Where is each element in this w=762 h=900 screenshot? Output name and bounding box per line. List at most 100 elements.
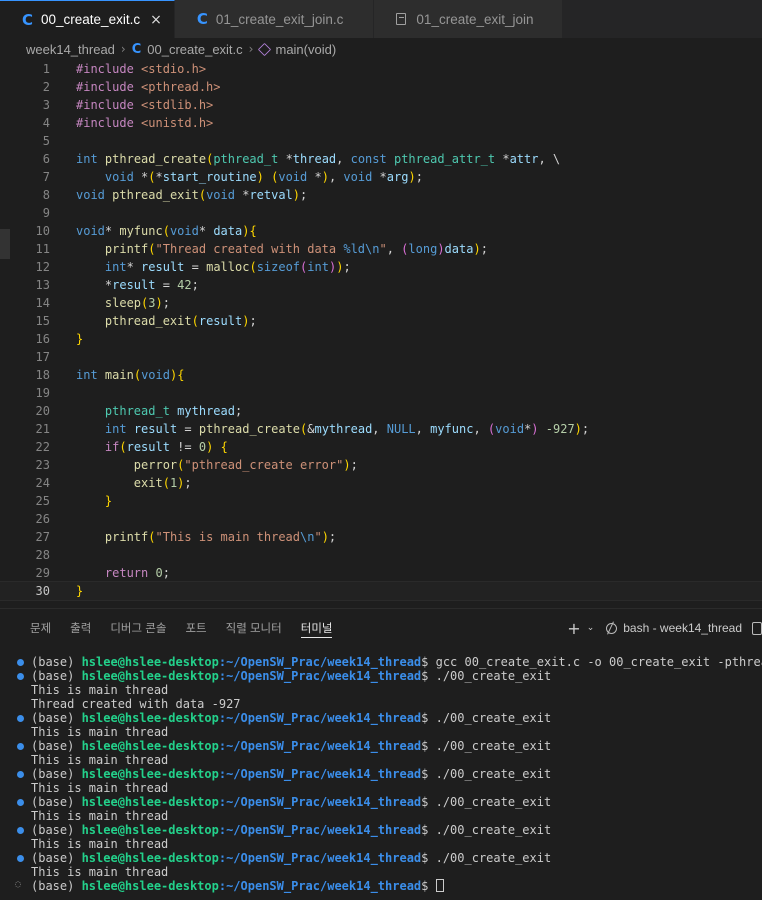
code-text: if(result != 0) { (104, 440, 228, 454)
terminal-output-line: This is main thread (0, 683, 762, 697)
code-line[interactable]: 25 } (0, 492, 762, 510)
terminal-text: (base) hslee@hslee-desktop:~/OpenSW_Prac… (31, 851, 551, 865)
code-line[interactable]: 16} (0, 330, 762, 348)
code-line[interactable]: 8 void pthread_exit(void *retval); (0, 186, 762, 204)
code-line[interactable]: 28 (0, 546, 762, 564)
code-line[interactable]: 14 sleep(3); (0, 294, 762, 312)
panel-tab-debug-console[interactable]: 디버그 콘솔 (110, 618, 166, 638)
command-status-icon[interactable] (17, 771, 24, 778)
prompt-user: hslee@hslee-desktop (81, 739, 219, 753)
prompt-user: hslee@hslee-desktop (81, 711, 219, 725)
code-line[interactable]: 13 *result = 42; (0, 276, 762, 294)
code-line[interactable]: 22 if(result != 0) { (0, 438, 762, 456)
code-text: int* result = malloc(sizeof(int)); (104, 260, 351, 274)
code-line[interactable]: 19 (0, 384, 762, 402)
code-line[interactable]: 30} (0, 581, 762, 601)
line-number: 1 (42, 62, 50, 76)
terminal-text: Thread created with data -927 (31, 697, 241, 711)
tab-label: 01_create_exit_join.c (215, 11, 344, 27)
code-line[interactable]: 12 int* result = malloc(sizeof(int)); (0, 258, 762, 276)
breadcrumb-folder[interactable]: week14_thread (26, 42, 115, 57)
tab-01-create-exit-join[interactable]: 01_create_exit_join (374, 0, 563, 38)
code-line[interactable]: 24 exit(1); (0, 474, 762, 492)
terminal-text: (base) hslee@hslee-desktop:~/OpenSW_Prac… (31, 739, 551, 753)
code-line[interactable]: 23 perror("pthread_create error"); (0, 456, 762, 474)
panel-tab-problems[interactable]: 문제 (30, 618, 51, 638)
code-text: return 0; (104, 566, 170, 580)
prompt-command: $ gcc 00_create_exit.c -o 00_create_exit… (421, 655, 762, 669)
code-line[interactable]: 2 #include <pthread.h> (0, 78, 762, 96)
tab-label: 01_create_exit_join (416, 11, 534, 27)
terminal-output-line: Thread created with data -927 (0, 697, 762, 711)
prompt-env: (base) (31, 823, 82, 837)
line-number: 29 (35, 566, 50, 580)
terminal-name[interactable]: bash - week14_thread (623, 621, 742, 635)
command-status-icon[interactable] (17, 659, 24, 666)
terminal-output-text: This is main thread (31, 809, 169, 823)
command-status-icon[interactable] (17, 743, 24, 750)
code-line[interactable]: 29 return 0; (0, 564, 762, 582)
chevron-down-icon[interactable]: ⌄ (587, 623, 595, 633)
code-line[interactable]: 15 pthread_exit(result); (0, 312, 762, 330)
breadcrumb-symbol[interactable]: main(void) (275, 42, 336, 57)
code-line[interactable]: 17 (0, 348, 762, 366)
new-terminal-plus-icon[interactable]: + (567, 619, 580, 638)
panel-tab-terminal[interactable]: 터미널 (300, 618, 333, 638)
terminal-text: (base) hslee@hslee-desktop:~/OpenSW_Prac… (31, 823, 551, 837)
panel-tab-ports[interactable]: 포트 (185, 618, 206, 638)
code-line[interactable]: 20 pthread_t mythread; (0, 402, 762, 420)
prompt-user: hslee@hslee-desktop (81, 767, 219, 781)
prompt-path: :~/OpenSW_Prac/week14_thread (218, 767, 422, 781)
prompt-command: $ ./00_create_exit (421, 739, 552, 753)
prompt-env: (base) (31, 711, 82, 725)
command-status-icon[interactable] (17, 715, 24, 722)
code-line[interactable]: 27 printf("This is main thread\n"); (0, 528, 762, 546)
terminal-text: This is main thread (31, 781, 168, 795)
line-number: 14 (35, 296, 50, 310)
panel-tab-output[interactable]: 출력 (70, 618, 91, 638)
prompt-command: $ ./00_create_exit (421, 795, 552, 809)
code-line[interactable]: 10 void* myfunc(void* data){ (0, 222, 762, 240)
terminal-text: (base) hslee@hslee-desktop:~/OpenSW_Prac… (31, 655, 762, 669)
code-line[interactable]: 5 (0, 132, 762, 150)
code-line[interactable]: 11 printf("Thread created with data %ld\… (0, 240, 762, 258)
terminal-text: This is main thread (31, 809, 168, 823)
command-status-icon[interactable] (17, 855, 24, 862)
code-text: int result = pthread_create(&mythread, N… (104, 422, 590, 436)
code-line[interactable]: 26 (0, 510, 762, 528)
tab-01-create-exit-join-c[interactable]: C 01_create_exit_join.c (174, 0, 375, 38)
command-status-icon[interactable] (17, 827, 24, 834)
tab-00-create-exit-c[interactable]: C 00_create_exit.c × (0, 0, 175, 38)
command-status-icon[interactable] (17, 799, 24, 806)
terminal-output-line: This is main thread (0, 781, 762, 795)
line-number: 16 (35, 332, 50, 346)
code-line[interactable]: 6 int pthread_create(pthread_t *thread, c… (0, 150, 762, 168)
line-number: 19 (35, 386, 50, 400)
line-number: 18 (35, 368, 50, 382)
prompt-command: $ ./00_create_exit (421, 767, 552, 781)
bottom-panel: 문제 출력 디버그 콘솔 포트 직렬 모니터 터미널 + ⌄ bash - we… (0, 608, 762, 900)
code-line[interactable]: 4 #include <unistd.h> (0, 114, 762, 132)
code-text: exit(1); (133, 476, 192, 490)
code-editor[interactable]: 1 #include <stdio.h> 2 #include <pthread.h>… (0, 60, 762, 608)
code-line[interactable]: 1 #include <stdio.h> (0, 60, 762, 78)
code-line[interactable]: 9 (0, 204, 762, 222)
code-text: } (76, 584, 84, 598)
prompt-user: hslee@hslee-desktop (81, 795, 219, 809)
command-status-icon[interactable] (17, 673, 24, 680)
c-file-icon: C (22, 10, 34, 29)
prompt-path: :~/OpenSW_Prac/week14_thread (218, 879, 422, 893)
code-line[interactable]: 18 int main(void){ (0, 366, 762, 384)
code-line[interactable]: 3 #include <stdlib.h> (0, 96, 762, 114)
terminal-shell-icon (606, 622, 618, 634)
prompt-env: (base) (31, 851, 82, 865)
split-terminal-icon[interactable] (752, 621, 762, 635)
code-line[interactable]: 7 void *(*start_routine) (void *), void … (0, 168, 762, 186)
terminal-prompt-line: (base) hslee@hslee-desktop:~/OpenSW_Prac… (0, 655, 762, 669)
command-decoration-icon[interactable]: ◌ (15, 878, 21, 892)
panel-tab-serial-monitor[interactable]: 직렬 모니터 (226, 618, 282, 638)
code-line[interactable]: 21 int result = pthread_create(&mythread… (0, 420, 762, 438)
breadcrumb-file[interactable]: 00_create_exit.c (147, 42, 242, 57)
close-icon[interactable]: × (150, 12, 162, 28)
terminal-prompt-line: (base) hslee@hslee-desktop:~/OpenSW_Prac… (0, 669, 762, 683)
